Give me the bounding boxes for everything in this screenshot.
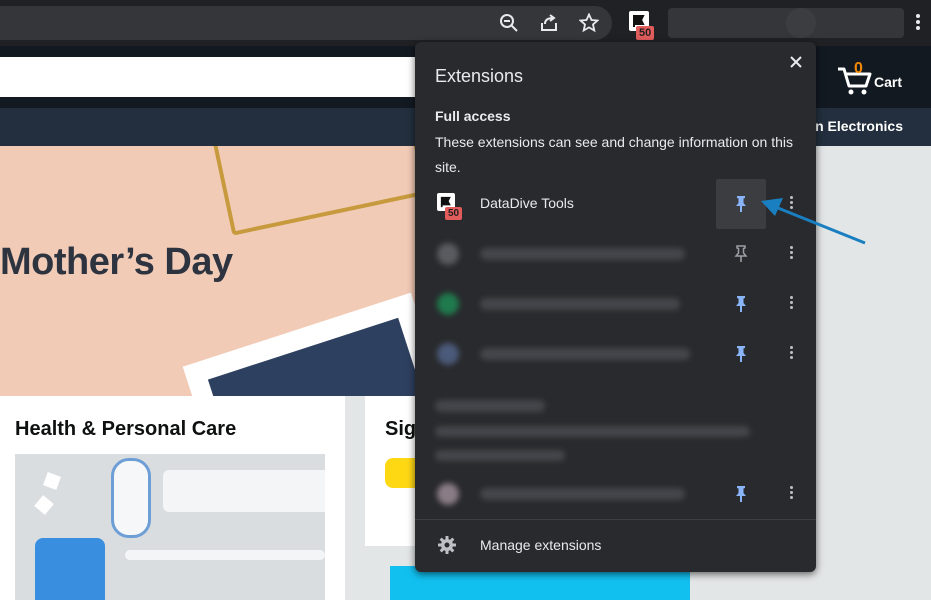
redacted-section-description [435,450,565,461]
extension-icon [437,483,459,505]
hero-title: Mother’s Day [0,241,233,283]
extension-icon [437,293,459,315]
close-icon[interactable] [785,51,807,73]
datadive-logo-icon: 50 [437,193,463,220]
divider [415,519,816,520]
screenshot-root: 50 0 Cart n Electronics Mother’s Day Hea… [0,0,931,600]
product-card-title: Sig [385,418,417,440]
extensions-popup: Extensions Full access These extensions … [415,42,816,572]
browser-menu-icon[interactable] [910,12,926,34]
extension-icon [437,343,459,365]
redacted-section-description [435,426,750,437]
avatar [786,8,816,38]
pin-icon[interactable] [716,279,766,329]
browser-toolbar: 50 [0,0,931,46]
extension-badge: 50 [636,26,655,40]
cart-label: Cart [874,74,903,90]
bookmark-star-icon[interactable] [577,11,601,35]
annotation-arrow-icon [761,198,866,245]
product-card-title: Health & Personal Care [15,418,237,440]
extension-row[interactable] [415,329,816,379]
manage-extensions-button[interactable]: Manage extensions [415,524,816,568]
extension-name: DataDive Tools [480,195,574,211]
redacted-section-title [435,400,545,412]
extension-menu-icon[interactable] [783,484,799,504]
extension-menu-icon[interactable] [783,294,799,314]
product-card[interactable]: Health & Personal Care [0,396,345,600]
hero-decoration [211,146,429,236]
popup-title: Extensions [435,66,524,86]
gear-icon [437,535,457,555]
cart-count: 0 [854,60,863,77]
section-title: Full access [435,108,511,124]
extension-menu-icon[interactable] [783,344,799,364]
product-image[interactable] [15,454,325,600]
pin-icon[interactable] [716,329,766,379]
section-description: These extensions can see and change info… [435,134,794,175]
share-icon[interactable] [537,11,561,35]
redacted-extension-name [480,348,690,360]
search-input[interactable] [0,57,430,97]
extension-icon [437,243,459,265]
nav-link-electronics[interactable]: n Electronics [815,118,903,134]
extension-row[interactable] [415,469,816,519]
datadive-extension-button[interactable]: 50 [626,9,656,40]
redacted-extension-name [480,488,685,500]
cart-button[interactable]: 0 Cart [836,60,916,96]
zoom-icon[interactable] [497,11,521,35]
pin-icon[interactable] [716,469,766,519]
redacted-extension-name [480,298,680,310]
profile-button[interactable] [668,8,904,38]
redacted-extension-name [480,248,685,260]
extension-row[interactable] [415,279,816,329]
extension-badge: 50 [445,207,463,220]
manage-extensions-label: Manage extensions [480,537,602,553]
